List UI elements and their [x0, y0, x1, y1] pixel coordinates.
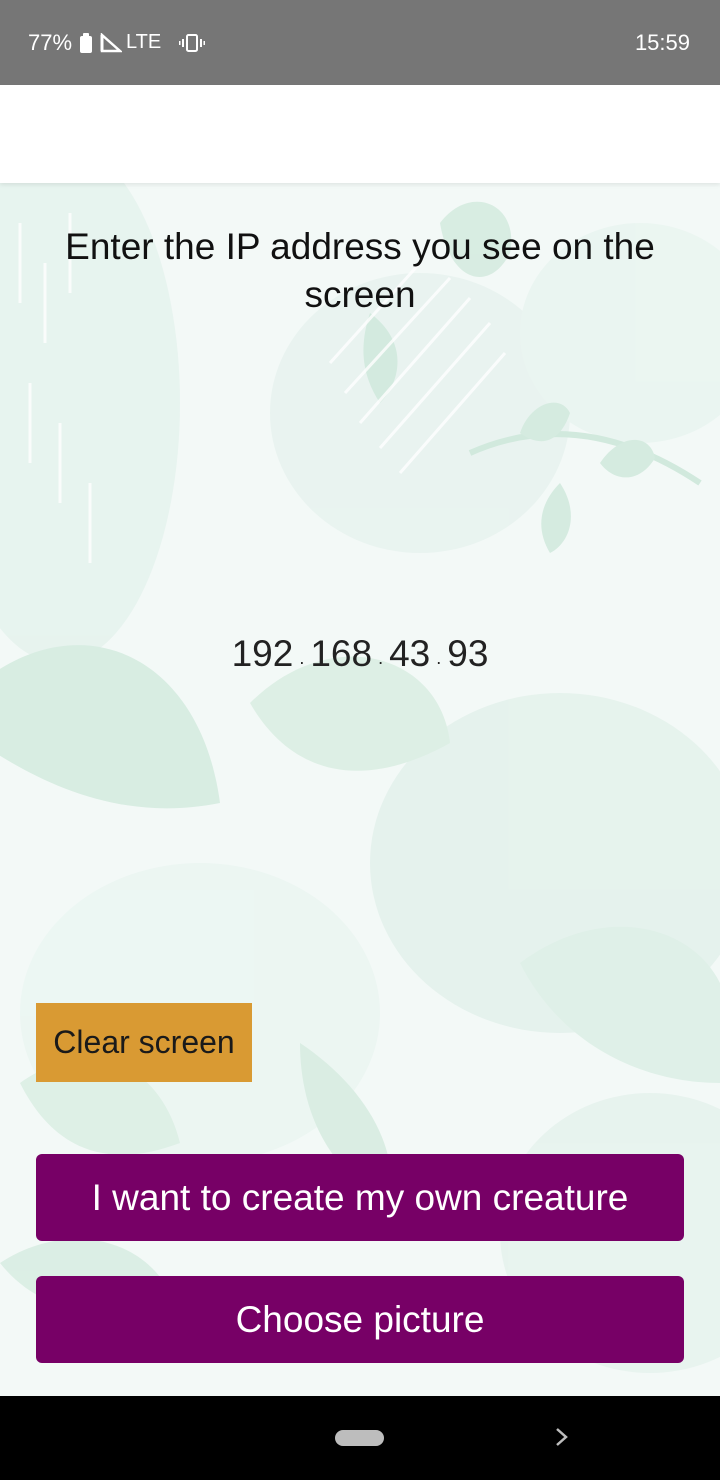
ip-octet-3[interactable]: 43: [389, 633, 430, 674]
battery-percentage: 77%: [28, 29, 73, 55]
ip-octet-2[interactable]: 168: [310, 633, 372, 674]
instruction-text: Enter the IP address you see on the scre…: [65, 226, 655, 315]
app-bar: [0, 85, 720, 183]
ip-octet-4[interactable]: 93: [447, 633, 488, 674]
home-pill-icon[interactable]: [335, 1430, 384, 1446]
clock: 15:59: [634, 29, 690, 55]
screen: 77% LTE 15:59 Enter the IP address you s…: [0, 0, 720, 1480]
ip-octet-1[interactable]: 192: [232, 633, 294, 674]
ip-separator: .: [299, 648, 305, 668]
vibrate-icon: [179, 33, 206, 52]
ip-separator: .: [378, 648, 384, 668]
ip-separator: .: [436, 648, 442, 668]
ip-address-display: 192. 168. 43. 93: [0, 633, 720, 675]
network-type: LTE: [126, 31, 162, 53]
back-chevron-icon[interactable]: [552, 1424, 572, 1450]
battery-icon: [80, 32, 93, 53]
status-indicators: 77% LTE: [28, 29, 206, 56]
signal-icon: [100, 32, 123, 52]
clear-screen-button[interactable]: Clear screen: [36, 1003, 252, 1082]
navigation-bar: [0, 1396, 720, 1480]
choose-picture-button[interactable]: Choose picture: [36, 1276, 684, 1363]
main-content: Enter the IP address you see on the scre…: [0, 183, 720, 1396]
create-creature-button[interactable]: I want to create my own creature: [36, 1154, 684, 1241]
status-bar: 77% LTE 15:59: [0, 0, 720, 85]
